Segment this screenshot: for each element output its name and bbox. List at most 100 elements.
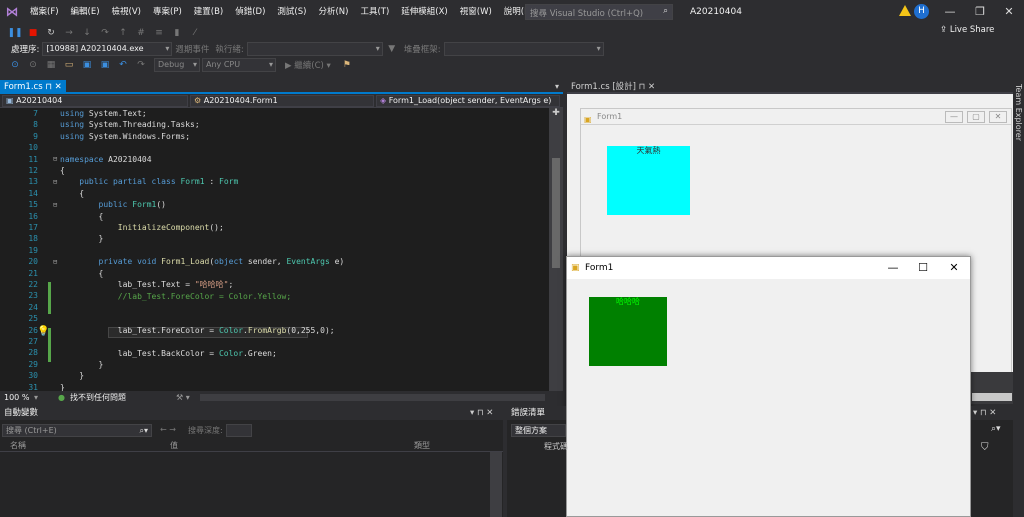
line-number: 16 bbox=[28, 211, 38, 221]
autos-col-name[interactable]: 名稱 bbox=[10, 440, 26, 451]
open-folder-icon[interactable]: ▭ bbox=[62, 58, 76, 72]
menu-build[interactable]: 建置(B) bbox=[188, 0, 229, 24]
collapse-icon[interactable]: ⊟ bbox=[53, 178, 57, 186]
threads-icon[interactable]: ≡ bbox=[152, 26, 166, 40]
project-dropdown[interactable]: ▣ A20210404 bbox=[2, 95, 188, 107]
tab-overflow-icon[interactable]: ▾ bbox=[555, 82, 559, 91]
autos-depth-dropdown[interactable] bbox=[226, 424, 252, 437]
filter-icon[interactable]: ▼ bbox=[385, 42, 399, 56]
runtime-maximize-button[interactable]: ☐ bbox=[908, 257, 938, 279]
method-icon: ◈ bbox=[380, 96, 389, 105]
search-icon[interactable]: ⌕▾ bbox=[991, 424, 1001, 434]
form-icon: ▣ bbox=[584, 115, 592, 124]
pause-icon[interactable]: ❚❚ bbox=[7, 26, 22, 40]
runtime-label-text: 哈哈哈 bbox=[616, 297, 640, 306]
zoom-dropdown-icon[interactable]: ▾ bbox=[34, 391, 38, 404]
nav-arrows-icon[interactable]: ← → bbox=[160, 425, 176, 434]
stop-icon[interactable]: ■ bbox=[26, 26, 40, 40]
continue-button[interactable]: ▶ 繼續(C) ▾ bbox=[282, 59, 334, 71]
menu-extensions[interactable]: 延伸模組(X) bbox=[395, 0, 453, 24]
line-number-gutter: 7 8 9 10 11 12 13 14 15 16 17 18 19 20 2… bbox=[0, 108, 60, 391]
thread-dropdown[interactable] bbox=[246, 42, 383, 56]
step-over-icon[interactable]: ↷ bbox=[98, 26, 112, 40]
live-share-button[interactable]: ⇪ Live Share bbox=[940, 25, 994, 35]
menu-file[interactable]: 檔案(F) bbox=[24, 0, 65, 24]
runtime-minimize-button[interactable]: — bbox=[878, 257, 908, 279]
autos-header: 自動變數 ▾ ⊓ ✕ bbox=[0, 406, 503, 420]
warning-icon[interactable] bbox=[899, 5, 911, 16]
tab-close-icon[interactable]: ✕ bbox=[648, 82, 655, 92]
designer-scrollbar[interactable] bbox=[972, 393, 1012, 401]
member-dropdown[interactable]: ◈ Form1_Load(object sender, EventArgs e) bbox=[376, 95, 560, 107]
zoom-level[interactable]: 100 % bbox=[4, 391, 29, 404]
lifecycle-events-label[interactable]: 週期事件 bbox=[172, 43, 212, 55]
collapse-icon[interactable]: ⊟ bbox=[53, 258, 57, 266]
platform-dropdown[interactable]: Any CPU bbox=[202, 58, 276, 72]
issues-status[interactable]: 找不到任何問題 bbox=[70, 391, 126, 404]
avatar[interactable]: H bbox=[914, 4, 929, 19]
search-icon: ⌕▾ bbox=[139, 426, 149, 435]
menu-debug[interactable]: 偵錯(D) bbox=[229, 0, 271, 24]
redo-icon[interactable]: ↷ bbox=[134, 58, 148, 72]
error-col-code[interactable]: 程式碼 bbox=[544, 441, 568, 452]
lightbulb-icon[interactable]: 💡 bbox=[37, 326, 49, 337]
configuration-dropdown[interactable]: Debug bbox=[154, 58, 200, 72]
autos-col-type[interactable]: 類型 bbox=[414, 440, 430, 451]
save-all-icon[interactable]: ▣ bbox=[98, 58, 112, 72]
autos-col-value[interactable]: 值 bbox=[170, 440, 178, 451]
menu-edit[interactable]: 編輯(E) bbox=[65, 0, 106, 24]
filter-icon[interactable]: ⛉ bbox=[981, 442, 989, 453]
new-project-icon[interactable]: ▦ bbox=[44, 58, 58, 72]
show-next-statement-icon[interactable]: → bbox=[62, 26, 76, 40]
search-placeholder: 搜尋 Visual Studio (Ctrl+Q) bbox=[530, 9, 644, 19]
horizontal-scrollbar[interactable] bbox=[200, 394, 545, 401]
menu-analyze[interactable]: 分析(N) bbox=[312, 0, 354, 24]
close-button[interactable]: ✕ bbox=[994, 0, 1024, 24]
error-scope-dropdown[interactable]: 整個方案 bbox=[511, 424, 566, 437]
code-cleanup-icon[interactable]: ⚒ ▾ bbox=[176, 391, 190, 404]
code-text[interactable]: using System.Text; using System.Threadin… bbox=[60, 108, 344, 391]
editor-scroll-thumb[interactable] bbox=[552, 158, 560, 268]
pin-icon[interactable]: ⊓ bbox=[639, 82, 646, 92]
restart-icon[interactable]: ↻ bbox=[44, 26, 58, 40]
runtime-close-button[interactable]: ✕ bbox=[939, 257, 969, 279]
menu-project[interactable]: 專案(P) bbox=[147, 0, 188, 24]
forward-icon[interactable]: ⊙ bbox=[26, 58, 40, 72]
code-editor[interactable]: 7 8 9 10 11 12 13 14 15 16 17 18 19 20 2… bbox=[0, 108, 549, 391]
restore-button[interactable]: ❐ bbox=[965, 0, 995, 24]
back-icon[interactable]: ⊙ bbox=[8, 58, 22, 72]
hex-icon[interactable]: # bbox=[134, 26, 148, 40]
undo-icon[interactable]: ↶ bbox=[116, 58, 130, 72]
collapse-icon[interactable]: ⊟ bbox=[53, 201, 57, 209]
process-dropdown[interactable]: [10988] A20210404.exe bbox=[42, 42, 173, 56]
pin-icon[interactable]: ⊓ bbox=[45, 82, 52, 92]
comment-icon[interactable]: ⁄ bbox=[188, 26, 202, 40]
hot-reload-icon[interactable]: ⚑ bbox=[340, 58, 354, 72]
menu-view[interactable]: 檢視(V) bbox=[106, 0, 147, 24]
panel-menu-icon[interactable]: ▾ ⊓ ✕ bbox=[470, 406, 493, 420]
visual-studio-logo-icon[interactable]: ⋈ bbox=[0, 0, 24, 24]
tab-close-icon[interactable]: ✕ bbox=[55, 82, 62, 92]
save-icon[interactable]: ▣ bbox=[80, 58, 94, 72]
menu-test[interactable]: 測試(S) bbox=[271, 0, 312, 24]
minimize-button[interactable]: — bbox=[935, 0, 965, 24]
runtime-form-window[interactable]: ▣ Form1 — ☐ ✕ 哈哈哈 bbox=[566, 256, 971, 517]
split-icon[interactable]: ✚ bbox=[549, 108, 563, 120]
panel-menu-icon[interactable]: ▾ ⊓ ✕ bbox=[973, 406, 996, 420]
continue-label: 繼續(C) bbox=[294, 61, 324, 71]
autos-scrollbar[interactable] bbox=[490, 452, 502, 517]
line-number: 31 bbox=[28, 382, 38, 391]
menu-tools[interactable]: 工具(T) bbox=[354, 0, 395, 24]
autos-search-input[interactable]: 搜尋 (Ctrl+E) ⌕▾ bbox=[2, 424, 152, 437]
bookmark-icon[interactable]: ▮ bbox=[170, 26, 184, 40]
menu-window[interactable]: 視窗(W) bbox=[454, 0, 498, 24]
step-into-icon[interactable]: ↓ bbox=[80, 26, 94, 40]
step-out-icon[interactable]: ↑ bbox=[116, 26, 130, 40]
search-input[interactable]: 搜尋 Visual Studio (Ctrl+Q) ⌕ bbox=[525, 4, 673, 20]
team-explorer-tab[interactable]: Team Explorer bbox=[1014, 84, 1023, 141]
stackframe-dropdown[interactable] bbox=[443, 42, 604, 56]
collapse-icon[interactable]: ⊟ bbox=[53, 155, 57, 163]
class-dropdown[interactable]: ⚙ A20210404.Form1 bbox=[190, 95, 374, 107]
designer-lab-test[interactable]: 天氣熱 bbox=[607, 146, 690, 215]
class-label: A20210404.Form1 bbox=[203, 96, 278, 105]
